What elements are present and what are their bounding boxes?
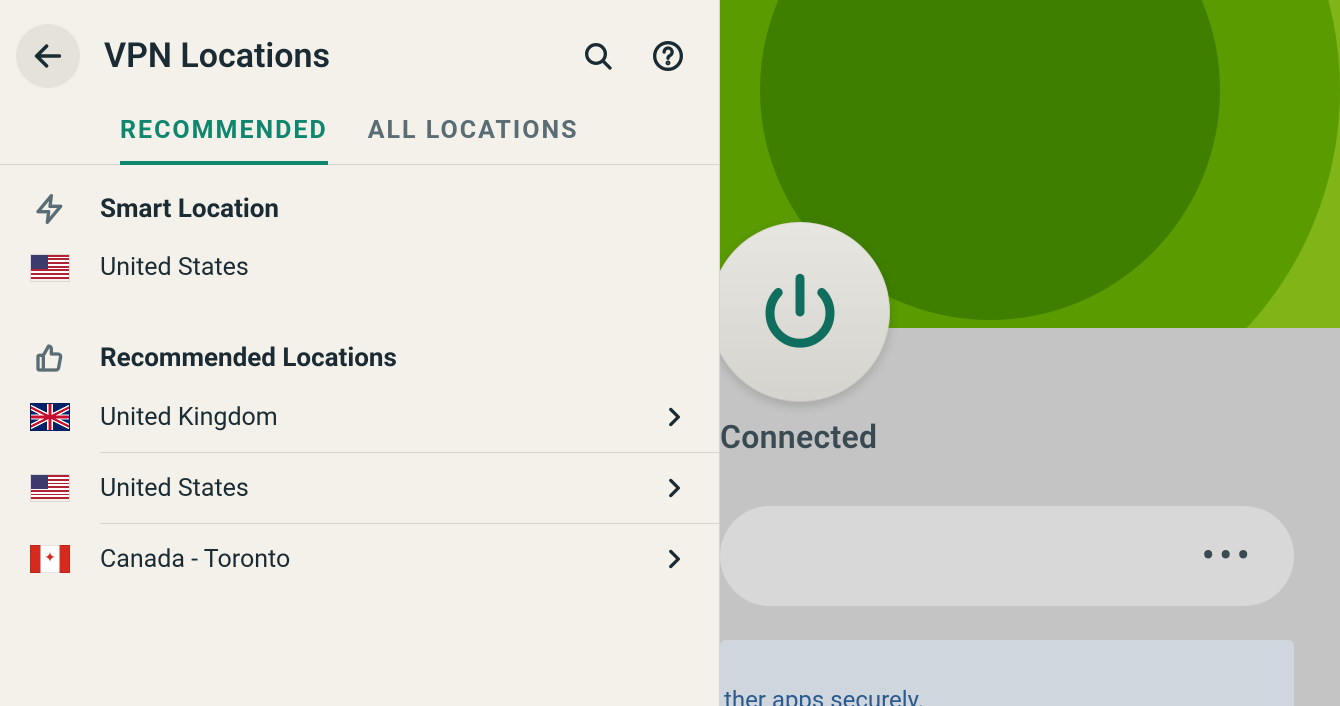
- tab-recommended[interactable]: RECOMMENDED: [120, 106, 328, 165]
- location-row-ca-toronto[interactable]: Canada - Toronto: [0, 524, 719, 594]
- location-row-uk[interactable]: United Kingdom: [0, 382, 719, 452]
- tab-all-locations[interactable]: ALL LOCATIONS: [368, 106, 579, 164]
- locations-list: Smart Location United States Recommended…: [0, 165, 719, 706]
- info-card: ther apps securely.: [720, 640, 1294, 706]
- help-icon: [652, 40, 684, 72]
- recommended-header: Recommended Locations: [0, 302, 719, 382]
- location-label: United States: [100, 474, 629, 503]
- help-button[interactable]: [651, 39, 685, 73]
- main-connection-view: Connected ••• ther apps securely.: [720, 0, 1340, 706]
- power-icon: [755, 267, 845, 357]
- location-label: Canada - Toronto: [100, 545, 629, 574]
- arrow-left-icon: [31, 39, 65, 73]
- header-actions: [581, 39, 699, 73]
- bolt-icon: [30, 193, 70, 225]
- flag-us-icon: [30, 254, 70, 282]
- smart-location-title: Smart Location: [100, 194, 279, 224]
- page-title: VPN Locations: [104, 36, 557, 76]
- panel-header: VPN Locations: [0, 0, 719, 106]
- smart-location-header: Smart Location: [0, 165, 719, 233]
- back-button[interactable]: [16, 24, 80, 88]
- chevron-right-icon: [659, 473, 689, 503]
- thumbs-up-icon: [30, 342, 70, 374]
- location-pill[interactable]: •••: [720, 506, 1294, 606]
- flag-ca-icon: [30, 545, 70, 573]
- search-icon: [582, 40, 614, 72]
- location-label: United States: [100, 253, 689, 282]
- flag-us-icon: [30, 474, 70, 502]
- recommended-title: Recommended Locations: [100, 343, 397, 373]
- locations-panel: VPN Locations RECOMMENDED ALL LOCATIONS …: [0, 0, 720, 706]
- location-label: United Kingdom: [100, 403, 629, 432]
- info-card-text: ther apps securely.: [720, 686, 1294, 706]
- connection-status: Connected: [720, 418, 877, 456]
- chevron-right-icon: [659, 544, 689, 574]
- location-row-us[interactable]: United States: [0, 453, 719, 523]
- chevron-right-icon: [659, 402, 689, 432]
- location-row-smart-us[interactable]: United States: [0, 233, 719, 302]
- flag-uk-icon: [30, 403, 70, 431]
- search-button[interactable]: [581, 39, 615, 73]
- tabs: RECOMMENDED ALL LOCATIONS: [0, 106, 719, 165]
